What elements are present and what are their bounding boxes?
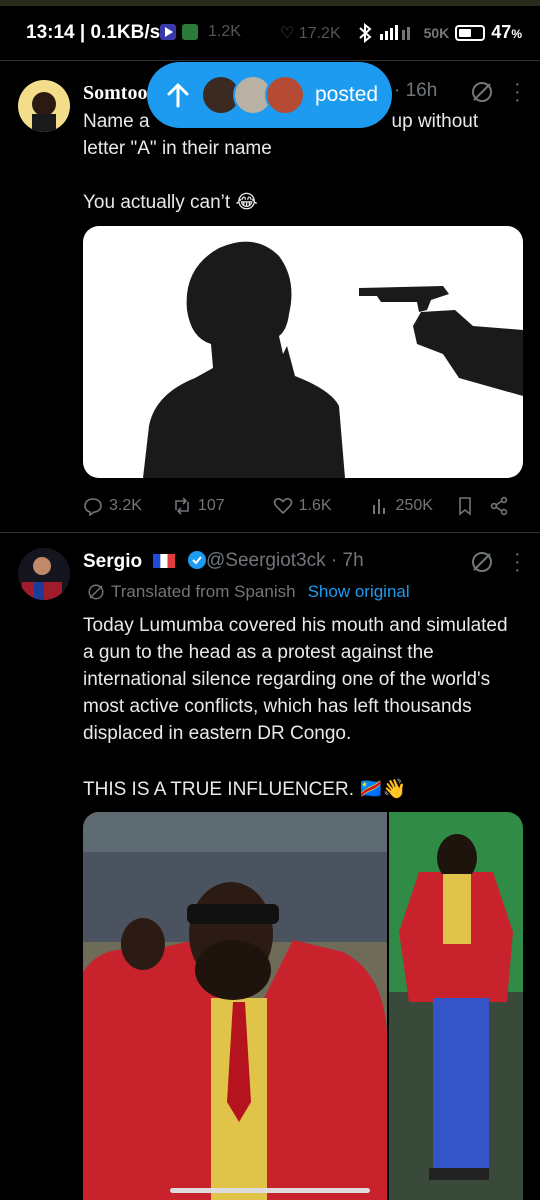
status-time: 13:14 | 0.1KB/s — [26, 22, 161, 43]
status-divider — [0, 60, 540, 61]
posted-label: posted — [315, 83, 379, 106]
heart-icon — [273, 498, 292, 515]
translation-bar: Translated from Spanish Show original — [87, 582, 410, 602]
new-posts-pill[interactable]: posted — [147, 62, 392, 128]
translate-icon — [88, 584, 104, 600]
translated-label: Translated from Spanish — [111, 582, 296, 601]
more-icon[interactable]: · · · — [514, 544, 521, 580]
signal-icon — [379, 24, 410, 40]
tweet-text-line: You actually can’t 😂 — [83, 192, 258, 213]
verified-badge-icon — [187, 551, 206, 569]
share-button[interactable] — [489, 496, 509, 516]
reply-icon — [84, 498, 102, 516]
image-right[interactable] — [389, 812, 523, 1200]
author-name[interactable]: Somtoo — [83, 82, 147, 105]
tweet-divider — [0, 532, 540, 533]
grok-icon[interactable] — [470, 80, 494, 104]
show-original-link[interactable]: Show original — [308, 582, 410, 602]
battery-icon — [455, 24, 486, 41]
arrow-up-icon — [163, 80, 193, 110]
reply-button[interactable]: 3.2K — [83, 496, 142, 516]
views-button[interactable]: 250K — [370, 496, 433, 516]
faded-count-right: 50K — [423, 24, 450, 41]
status-right-icons: 50K 47% — [358, 22, 522, 43]
tweet-actions: 3.2K 107 1.6K 250K — [83, 494, 523, 518]
bookmark-button[interactable] — [455, 496, 475, 516]
faded-count-left: 1.2K — [208, 23, 241, 40]
more-icon[interactable]: · · · — [514, 74, 521, 110]
home-indicator[interactable] — [170, 1188, 370, 1193]
tweet-image[interactable] — [83, 812, 523, 1200]
repost-button[interactable]: 107 — [172, 496, 225, 516]
bluetooth-icon — [358, 22, 372, 43]
tweet-text: Today Lumumba covered his mouth and simu… — [83, 615, 508, 744]
like-button[interactable]: 1.6K — [273, 496, 332, 516]
repost-icon — [175, 497, 189, 515]
tweet-image[interactable] — [83, 226, 523, 478]
posted-avatars — [201, 75, 305, 115]
france-flag-icon — [153, 554, 176, 568]
author-handle[interactable]: @Seergiot3ck · 7h — [206, 550, 364, 572]
tweet-text-line: THIS IS A TRUE INFLUENCER. 🇨🇩👋 — [83, 779, 407, 800]
tweet-time[interactable]: · 16h — [394, 80, 437, 102]
battery-percent: 47% — [491, 22, 522, 42]
author-name[interactable]: Sergio — [83, 550, 207, 573]
bookmark-icon — [459, 497, 471, 516]
grok-icon[interactable] — [470, 550, 494, 574]
app-notification-icons — [160, 23, 208, 46]
views-icon — [372, 499, 385, 514]
share-icon — [490, 496, 508, 516]
status-bar: 13:14 | 0.1KB/s 1.2K ♡ 17.2K 50K 47% — [0, 0, 540, 66]
status-bar-edge — [0, 0, 540, 6]
avatar[interactable] — [18, 80, 70, 132]
avatar[interactable] — [18, 548, 70, 600]
image-left[interactable] — [83, 812, 387, 1200]
avatar — [265, 75, 305, 115]
faded-heart-count: ♡ 17.2K — [280, 25, 341, 42]
